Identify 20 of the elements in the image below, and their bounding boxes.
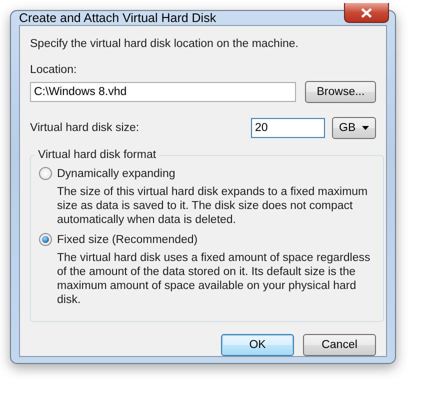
option-description: The size of this virtual hard disk expands to a fixed maximum size as data is saved to it. The disk size does not compact automatically when data is deleted.	[57, 185, 369, 227]
instruction-text: Specify the virtual hard disk location on the machine.	[30, 38, 300, 50]
option-label[interactable]: Fixed size (Recommended)	[57, 234, 198, 246]
dialog-button[interactable]: OK	[221, 334, 294, 356]
location-label: Location:	[30, 64, 78, 76]
location-field[interactable]: C:\Windows 8.vhd	[30, 82, 296, 102]
unit-dropdown[interactable]: GB	[332, 117, 376, 139]
dropdown-arrow-icon	[362, 126, 369, 130]
close-button[interactable]	[344, 3, 389, 23]
radio-button[interactable]	[39, 167, 52, 180]
option-label[interactable]: Dynamically expanding	[57, 168, 176, 180]
dialog-button[interactable]: Cancel	[303, 334, 376, 356]
group-title: Virtual hard disk format	[37, 149, 158, 161]
radio-button[interactable]	[39, 233, 52, 246]
browse-button[interactable]: Browse...	[305, 81, 376, 103]
window-title: Create and Attach Virtual Hard Disk	[19, 11, 216, 25]
close-icon	[361, 8, 372, 18]
size-field[interactable]: 20	[251, 118, 325, 138]
size-label: Virtual hard disk size:	[30, 122, 140, 134]
option-description: The virtual hard disk uses a fixed amount of space regardless of the amount of the data stored on it. Its default size is the maximum amount of space available on your physical hard disk.	[57, 251, 372, 307]
